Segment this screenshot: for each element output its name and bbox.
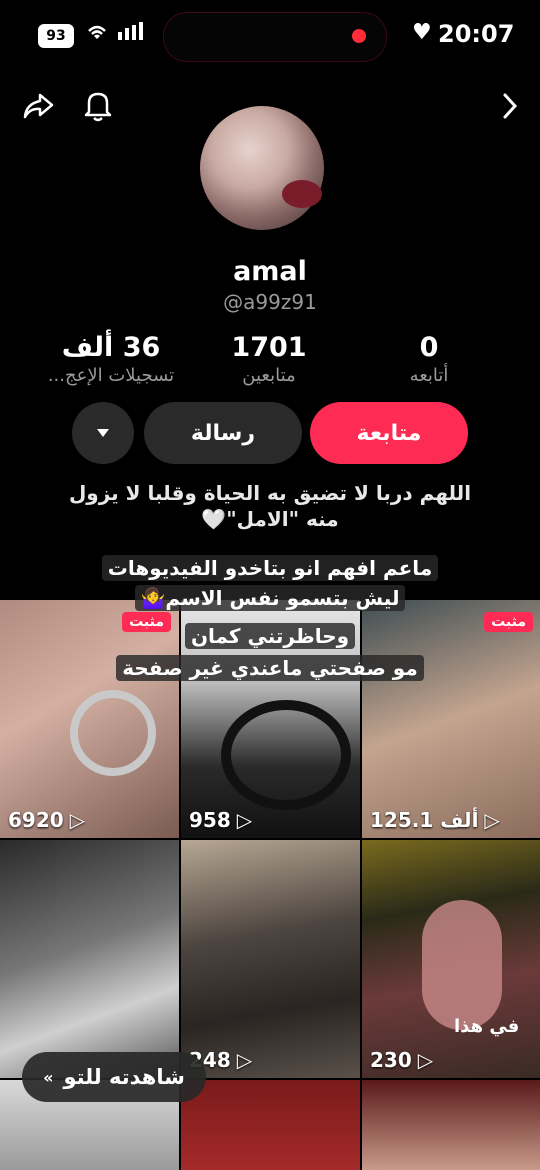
stat-followers-number: 1701	[231, 332, 307, 363]
video-tile[interactable]: في هذا 230 ▷	[362, 840, 540, 1078]
stat-likes-number: 36 ألف	[61, 332, 161, 363]
play-icon: ▷	[236, 1048, 253, 1072]
signal-icon	[118, 22, 144, 45]
just-watched-label: شاهدته للتو	[63, 1065, 185, 1089]
video-tile[interactable]: 248 ▷	[181, 840, 360, 1078]
overlay-line-3: وحاظرتني كمان	[60, 623, 480, 649]
view-count: 125.1 ألف ▷	[370, 808, 500, 832]
stat-likes[interactable]: 36 ألف تسجيلات الإعج...	[36, 332, 186, 386]
avatar[interactable]	[200, 106, 324, 230]
play-icon: ▷	[417, 1048, 434, 1072]
bio-line-1: اللهم دربا لا تضيق به الحياة وقلبا لا يز…	[68, 481, 472, 505]
stat-likes-label: تسجيلات الإعج...	[47, 365, 175, 386]
play-icon: ▷	[484, 808, 500, 832]
caret-down-icon	[97, 429, 109, 437]
video-tile[interactable]	[181, 1080, 360, 1170]
more-options-button[interactable]	[72, 402, 134, 464]
stat-following[interactable]: 0 أتابعه	[354, 332, 504, 386]
stat-followers[interactable]: 1701 متابعين	[194, 332, 344, 386]
follow-button[interactable]: متابعة	[310, 402, 468, 464]
profile-bio: اللهم دربا لا تضيق به الحياة وقلبا لا يز…	[40, 480, 500, 532]
video-caption: في هذا	[454, 1016, 520, 1037]
play-icon: ▷	[236, 808, 253, 832]
bell-icon[interactable]	[78, 86, 118, 126]
pinned-badge: مثبت	[484, 612, 533, 632]
stat-followers-label: متابعين	[242, 365, 296, 386]
status-bar: 93 ♥ 20:07	[0, 0, 540, 72]
overlay-line-4: مو صفحتي ماعندي غير صفحة	[60, 655, 480, 681]
chevron-right-icon[interactable]	[490, 86, 530, 126]
profile-name: amal	[233, 256, 307, 287]
double-chevron-down-icon: »	[43, 1067, 54, 1087]
wifi-icon	[86, 22, 108, 46]
profile-handle: @a99z91	[223, 290, 317, 314]
stat-following-label: أتابعه	[409, 365, 449, 386]
overlay-line-1: ماعم افهم انو بتاخدو الفيديوهات	[60, 555, 480, 581]
view-count: 6920 ▷	[8, 808, 86, 832]
message-button[interactable]: رسالة	[144, 402, 302, 464]
view-count: 958 ▷	[189, 808, 253, 832]
video-tile[interactable]	[0, 840, 179, 1078]
play-icon: ▷	[69, 808, 86, 832]
battery-indicator: 93	[38, 24, 74, 48]
stat-following-number: 0	[419, 332, 439, 363]
just-watched-button[interactable]: شاهدته للتو »	[22, 1052, 206, 1102]
share-icon[interactable]	[18, 86, 58, 126]
heart-icon: ♥	[412, 20, 432, 45]
avatar-detail	[282, 180, 322, 208]
video-tile[interactable]	[362, 1080, 540, 1170]
record-dot-icon	[352, 29, 366, 43]
overlay-line-2: ليش بتسمو نفس الاسم🤷‍♀️	[60, 585, 480, 611]
bio-line-2: منه "الامل"🤍	[201, 507, 339, 531]
clock: 20:07	[438, 20, 515, 48]
view-count: 230 ▷	[370, 1048, 434, 1072]
